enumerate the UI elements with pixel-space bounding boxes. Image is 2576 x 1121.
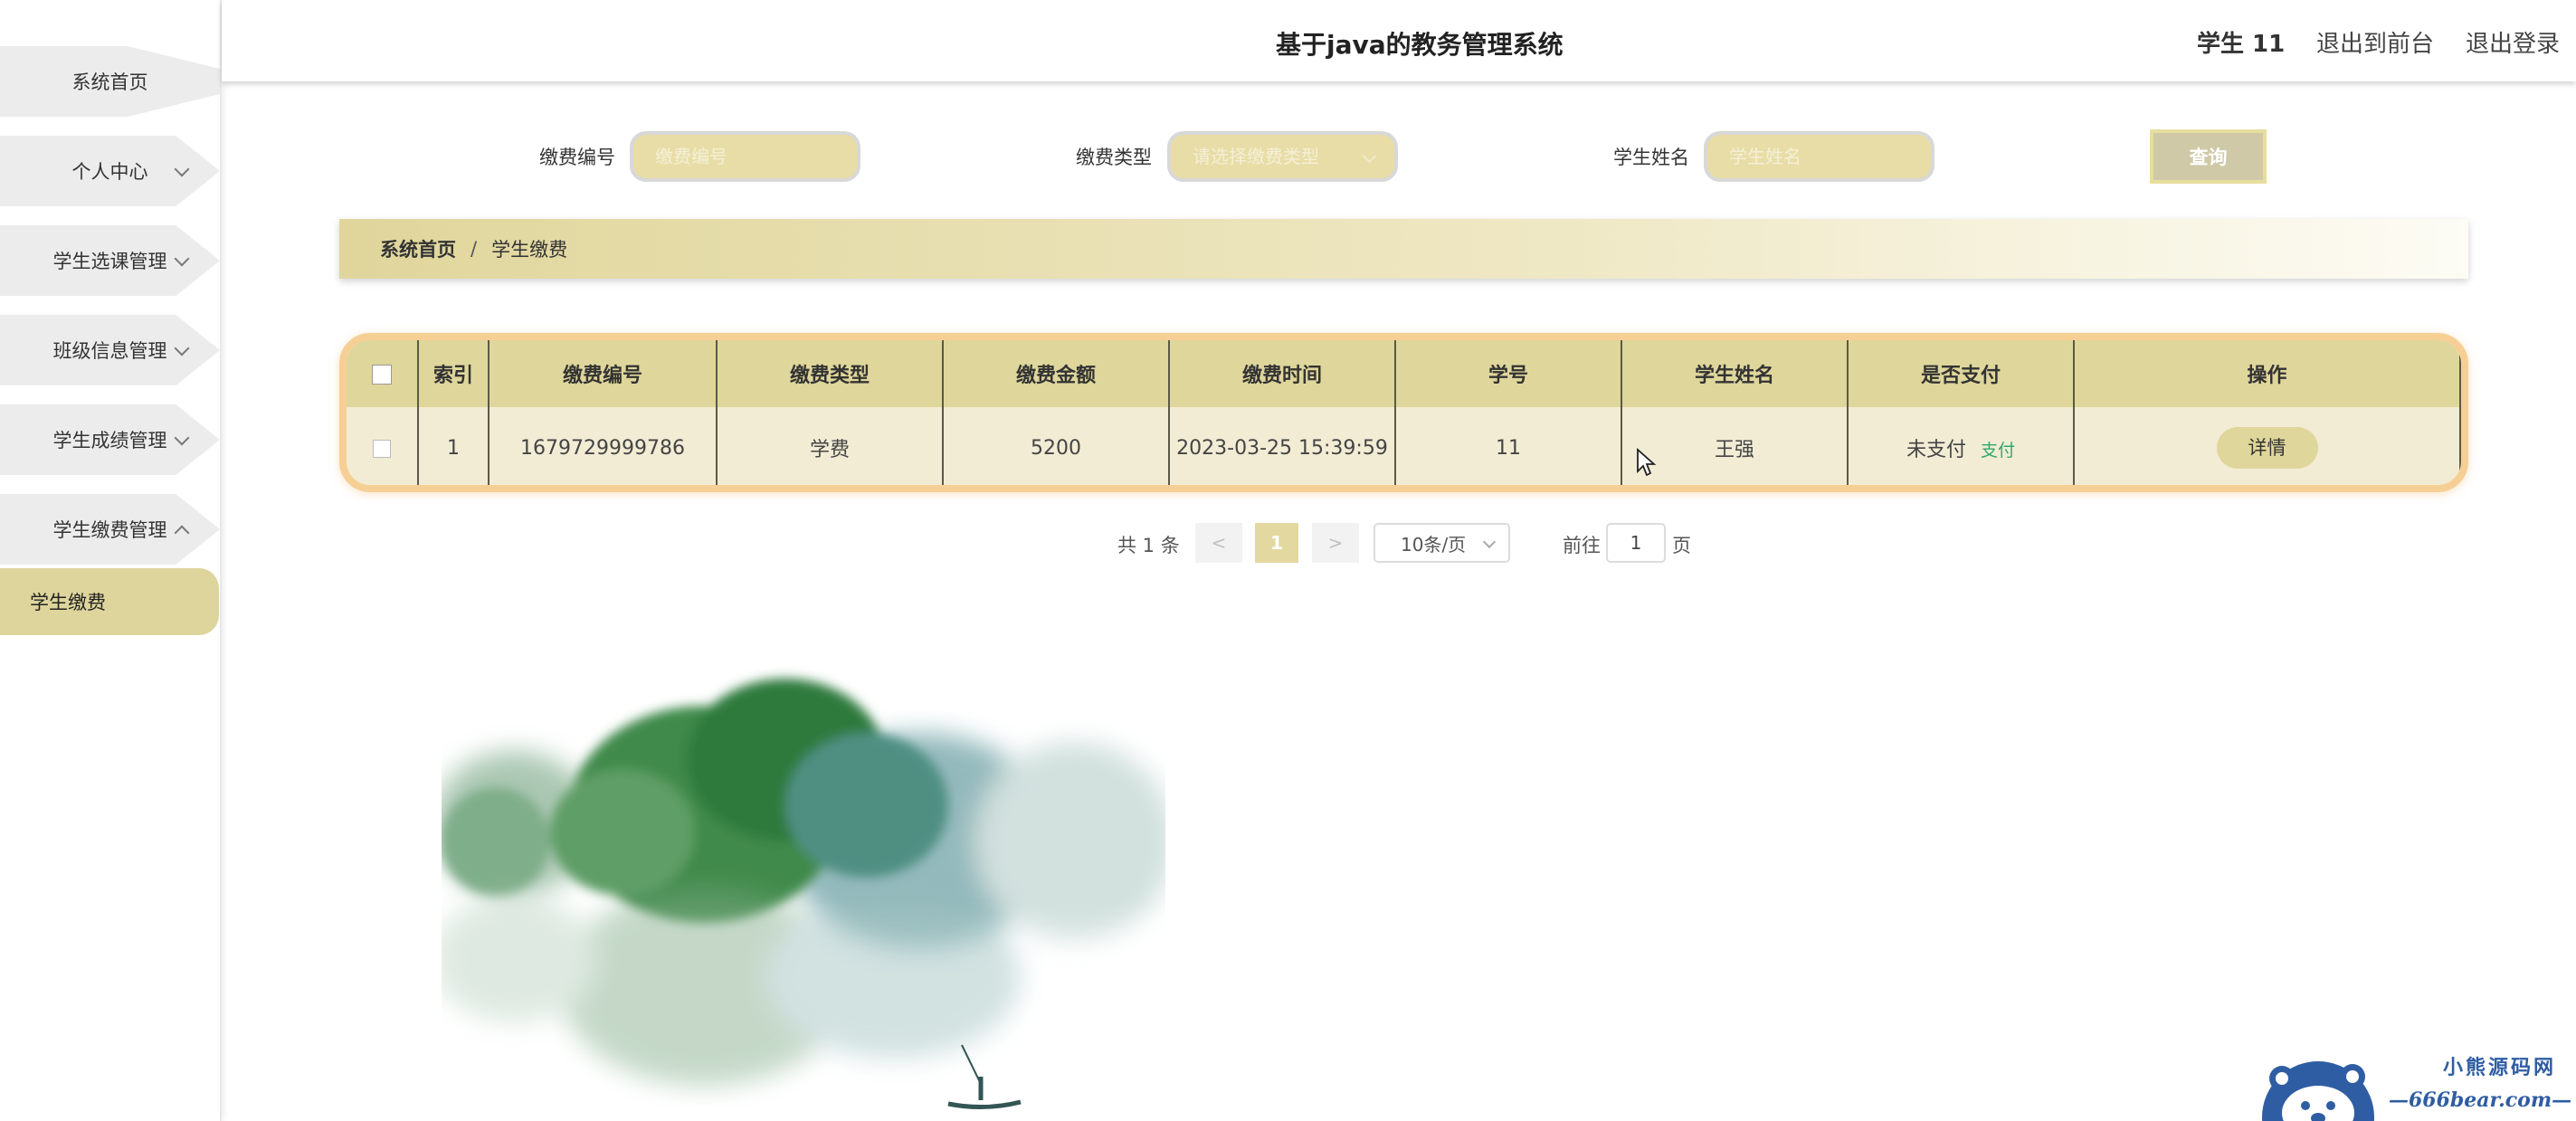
goto-suffix: 页: [1672, 535, 1691, 556]
cell-fee-type: 学费: [717, 407, 944, 485]
watermark-url: —666bear.com—: [2389, 1088, 2572, 1112]
sidebar-item-label: 系统首页: [71, 71, 148, 93]
row-select-cell: [347, 407, 419, 485]
fees-table-container: 索引 缴费编号 缴费类型 缴费金额 缴费时间 学号 学生姓名 是否支付 操作 1…: [339, 333, 2468, 492]
query-button[interactable]: 查询: [2150, 129, 2267, 184]
column-header: 索引: [418, 340, 490, 407]
sidebar-item-class-info[interactable]: 班级信息管理: [0, 315, 220, 385]
fees-table: 索引 缴费编号 缴费类型 缴费金额 缴费时间 学号 学生姓名 是否支付 操作 1…: [347, 340, 2461, 485]
sidebar-item-course-selection[interactable]: 学生选课管理: [0, 225, 220, 296]
app-title: 基于java的教务管理系统: [1276, 30, 1564, 60]
student-name-field[interactable]: [1704, 131, 1934, 182]
sidebar-item-fees[interactable]: 学生缴费管理: [0, 494, 220, 565]
select-all-checkbox[interactable]: [372, 364, 392, 385]
sidebar-item-label: 个人中心: [71, 161, 148, 183]
current-user: 学生 11: [2197, 31, 2286, 58]
page-size-select[interactable]: 10条/页: [1374, 523, 1510, 563]
column-header: 缴费金额: [943, 340, 1170, 407]
watermark-text: 小熊源码网: [2443, 1056, 2557, 1079]
row-checkbox[interactable]: [373, 439, 391, 458]
cell-index: 1: [418, 407, 490, 485]
column-header: 是否支付: [1848, 340, 2075, 407]
sidebar-item-grades[interactable]: 学生成绩管理: [0, 404, 220, 475]
logout-link[interactable]: 退出登录: [2466, 25, 2560, 59]
paid-status-text: 未支付: [1906, 439, 1966, 461]
student-name-input[interactable]: [1727, 145, 1912, 168]
fee-no-input[interactable]: [653, 145, 838, 168]
pay-link[interactable]: 支付: [1981, 441, 2015, 461]
page-number-current[interactable]: 1: [1255, 523, 1298, 563]
fee-no-field[interactable]: [630, 131, 860, 182]
next-page-button[interactable]: >: [1312, 523, 1359, 563]
breadcrumb-current: 学生缴费: [491, 239, 568, 261]
table-header-row: 索引 缴费编号 缴费类型 缴费金额 缴费时间 学号 学生姓名 是否支付 操作: [347, 340, 2461, 407]
column-header: 学号: [1395, 340, 1622, 407]
select-all-cell: [347, 340, 419, 407]
cell-actions: 详情: [2074, 407, 2461, 485]
column-header: 缴费类型: [717, 340, 944, 407]
pagination-total: 共 1 条: [1117, 535, 1180, 556]
table-row: 1 1679729999786 学费 5200 2023-03-25 15:39…: [347, 407, 2461, 485]
top-header: 基于java的教务管理系统 学生 11 退出到前台 退出登录: [222, 0, 2576, 81]
ink-landscape-image: [442, 679, 1165, 1121]
sidebar-subitem-student-fees[interactable]: 学生缴费: [0, 568, 219, 635]
sidebar-item-label: 学生选课管理: [52, 251, 167, 272]
student-name-label: 学生姓名: [1613, 147, 1689, 168]
fee-type-select-input[interactable]: [1191, 145, 1375, 168]
column-header: 学生姓名: [1621, 340, 1849, 407]
sidebar-item-home[interactable]: 系统首页: [0, 46, 220, 117]
column-header: 缴费时间: [1169, 340, 1396, 407]
column-header: 缴费编号: [489, 340, 718, 407]
goto-label: 前往: [1563, 535, 1601, 556]
fee-type-label: 缴费类型: [1076, 147, 1152, 168]
breadcrumb-separator: /: [471, 238, 478, 260]
sidebar: 系统首页 个人中心 学生选课管理 班级信息管理 学生成绩管理 学生缴费管理 学生…: [0, 0, 222, 1121]
mouse-cursor-icon: [1637, 448, 1657, 477]
prev-page-button[interactable]: <: [1195, 523, 1242, 563]
cell-time: 2023-03-25 15:39:59: [1169, 407, 1396, 485]
sidebar-item-personal-center[interactable]: 个人中心: [0, 136, 220, 206]
cell-fee-no: 1679729999786: [489, 407, 718, 485]
page-size-value: 10条/页: [1401, 533, 1467, 556]
sidebar-item-label: 学生成绩管理: [52, 430, 167, 451]
detail-button[interactable]: 详情: [2216, 427, 2318, 469]
cell-amount: 5200: [943, 407, 1170, 485]
cell-paid-status: 未支付 支付: [1848, 407, 2075, 485]
chevron-down-icon: [1482, 535, 1497, 549]
fee-no-label: 缴费编号: [539, 147, 615, 168]
sidebar-item-label: 班级信息管理: [52, 340, 167, 362]
sidebar-subitem-label: 学生缴费: [30, 592, 106, 613]
cell-student-no: 11: [1395, 407, 1622, 485]
back-to-front-link[interactable]: 退出到前台: [2316, 25, 2434, 59]
fee-type-select[interactable]: [1167, 131, 1398, 182]
column-header: 操作: [2074, 340, 2461, 407]
sidebar-item-label: 学生缴费管理: [52, 519, 167, 541]
breadcrumb-home[interactable]: 系统首页: [380, 235, 456, 262]
goto-page-input[interactable]: 1: [1606, 523, 1666, 563]
breadcrumb: 系统首页 / 学生缴费: [339, 219, 2468, 279]
